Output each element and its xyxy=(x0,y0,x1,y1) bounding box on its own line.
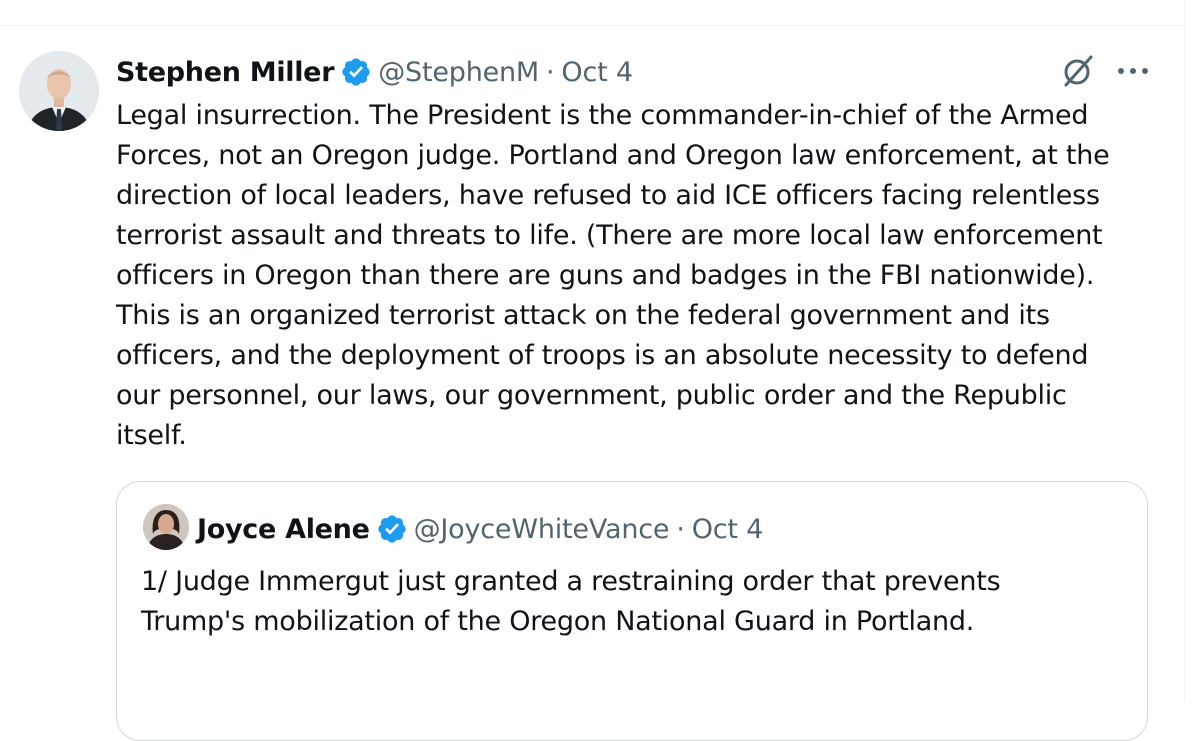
grok-icon[interactable] xyxy=(1060,54,1096,88)
avatar-portrait xyxy=(19,51,99,131)
tweet-header: Stephen Miller @StephenM · Oct 4 xyxy=(116,52,633,92)
tweet-text: Legal insurrection. The President is the… xyxy=(116,100,1110,451)
quoted-author-name[interactable]: Joyce Alene xyxy=(197,514,370,545)
avatar[interactable] xyxy=(19,51,99,131)
author-name[interactable]: Stephen Miller xyxy=(116,57,335,88)
separator-dot: · xyxy=(546,56,555,88)
author-handle[interactable]: @StephenM xyxy=(378,57,539,88)
quoted-header: Joyce Alene @JoyceWhiteVance · Oct 4 xyxy=(197,509,763,549)
top-divider xyxy=(0,25,1184,26)
quoted-handle[interactable]: @JoyceWhiteVance xyxy=(414,514,670,545)
column-border xyxy=(1184,0,1185,702)
quoted-date[interactable]: Oct 4 xyxy=(692,514,764,545)
quoted-tweet[interactable]: Joyce Alene @JoyceWhiteVance · Oct 4 1/ … xyxy=(116,481,1148,741)
quoted-text: 1/ Judge Immergut just granted a restrai… xyxy=(141,566,1001,637)
more-icon[interactable] xyxy=(1115,60,1151,82)
post-date[interactable]: Oct 4 xyxy=(561,57,633,88)
verified-badge-icon xyxy=(377,515,406,543)
quoted-avatar-portrait xyxy=(143,504,189,550)
verified-badge-icon xyxy=(342,58,370,86)
separator-dot: · xyxy=(676,513,685,545)
quoted-avatar[interactable] xyxy=(143,504,189,550)
